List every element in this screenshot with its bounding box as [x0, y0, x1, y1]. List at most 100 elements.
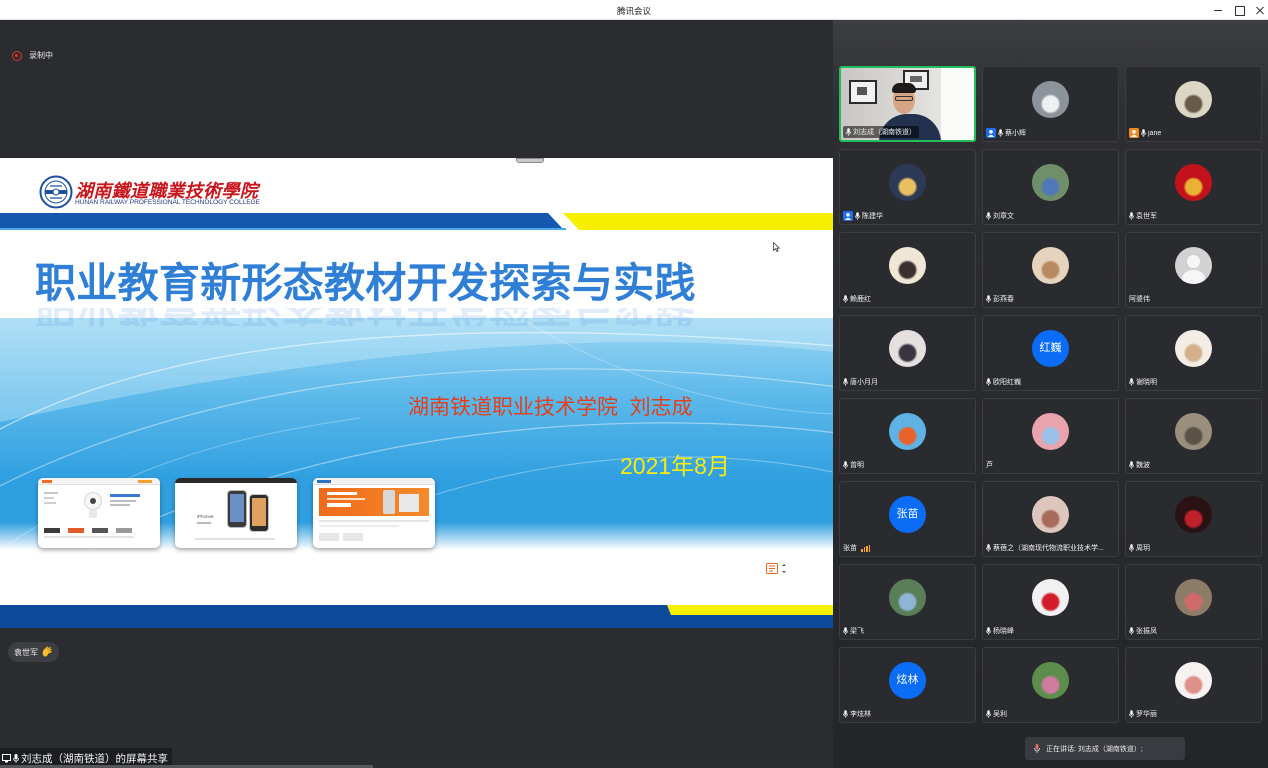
- participant-name-bar: 张振凤: [1129, 626, 1157, 636]
- mic-icon[interactable]: [843, 378, 848, 386]
- participant-tile[interactable]: 张苗 张苗: [839, 481, 976, 557]
- clap-icon: [42, 646, 52, 657]
- speaking-mic-icon: [1034, 744, 1040, 753]
- participant-tile[interactable]: 吴利: [982, 647, 1119, 723]
- participant-name-bar: 蔡蓓之（湖南现代物流职业技术学...: [986, 543, 1104, 553]
- participant-name-bar: 芦: [986, 460, 993, 470]
- phone-product-screenshot-icon: iPhone6: [175, 478, 297, 548]
- avatar-photo: [889, 247, 926, 284]
- mic-icon[interactable]: [843, 461, 848, 469]
- avatar-photo: [1032, 662, 1069, 699]
- minimize-icon[interactable]: [1212, 4, 1224, 16]
- participant-name-bar: 刘章文: [986, 211, 1014, 221]
- participant-tile[interactable]: 袁世军: [1125, 149, 1262, 225]
- window-title: 腾讯会议: [616, 6, 651, 16]
- participant-name-bar: 欧阳红巍: [986, 377, 1021, 387]
- participant-name: 蔡蓓之（湖南现代物流职业技术学...: [993, 545, 1104, 552]
- recording-icon: [12, 50, 22, 61]
- participant-tile[interactable]: 阿婆伟: [1125, 232, 1262, 308]
- avatar-photo: [1175, 81, 1212, 118]
- promo-banner-screenshot-icon: [313, 478, 435, 548]
- shared-slide: 湖南鐵道職業技術學院 HUNAN RAILWAY PROFESSIONAL TE…: [0, 158, 833, 628]
- participant-tile[interactable]: 梁飞: [839, 564, 976, 640]
- participant-tile[interactable]: 蔡小辉: [982, 66, 1119, 142]
- thumbnail-caption: iPhone6: [197, 514, 214, 519]
- participant-tile[interactable]: 周玥: [1125, 481, 1262, 557]
- share-toolbar-handle[interactable]: [516, 158, 544, 163]
- college-english-name: HUNAN RAILWAY PROFESSIONAL TECHNOLOGY CO…: [75, 199, 260, 206]
- mic-icon[interactable]: [1141, 129, 1146, 137]
- participant-tile[interactable]: 炫林 李炫林: [839, 647, 976, 723]
- mic-icon[interactable]: [1129, 461, 1134, 469]
- mic-icon[interactable]: [846, 128, 851, 136]
- recording-indicator[interactable]: 录制中: [12, 50, 53, 61]
- avatar-photo: [1175, 662, 1212, 699]
- mic-icon[interactable]: [986, 544, 991, 552]
- participant-name: 蔡小辉: [1005, 130, 1026, 137]
- footer-stripe: [0, 605, 833, 628]
- participant-tile[interactable]: 陈建华: [839, 149, 976, 225]
- mic-icon: [13, 753, 19, 763]
- mic-icon[interactable]: [986, 212, 991, 220]
- participant-tile[interactable]: 谢晓明: [1125, 315, 1262, 391]
- participant-name: 吴利: [993, 711, 1007, 718]
- reaction-badge: 袁世军: [8, 642, 59, 662]
- host-badge-icon: [843, 211, 853, 221]
- participant-tile[interactable]: 芦: [982, 398, 1119, 474]
- mic-icon[interactable]: [1129, 212, 1134, 220]
- participant-tile[interactable]: 刘章文: [982, 149, 1119, 225]
- participant-name: 杨晓峰: [993, 628, 1014, 635]
- speaking-indicator: 正在讲话: 刘志成（湖南铁道）;: [1025, 737, 1185, 760]
- participant-name-bar: 杨晓峰: [986, 626, 1014, 636]
- participant-name-bar: 蔡小辉: [986, 128, 1026, 138]
- slide-tool-icon[interactable]: [766, 563, 788, 574]
- participant-tile[interactable]: jane: [1125, 66, 1262, 142]
- meeting-window: 腾讯会议 录制中 湖南鐵道職業技術學院 HUNAN RAILWAY PROFES…: [0, 0, 1268, 768]
- participant-name-bar: 吴利: [986, 709, 1007, 719]
- avatar-photo: [1032, 81, 1069, 118]
- participant-tile[interactable]: 刘志成（湖南铁道）: [839, 66, 976, 142]
- close-icon[interactable]: [1254, 4, 1266, 16]
- avatar-photo: [889, 413, 926, 450]
- participant-name: 曾明: [850, 462, 864, 469]
- mic-icon[interactable]: [1129, 710, 1134, 718]
- participant-name-bar: jane: [1129, 128, 1161, 138]
- participant-name: 赖鹿红: [850, 296, 871, 303]
- mic-icon[interactable]: [986, 710, 991, 718]
- screen-share-area: 录制中 湖南鐵道職業技術學院 HUNAN RAILWAY PROFESSIONA…: [0, 20, 833, 768]
- maximize-icon[interactable]: [1233, 4, 1245, 16]
- volume-bars-icon: [861, 544, 870, 552]
- participant-name: 张苗: [843, 545, 857, 552]
- participant-name-bar: 袁世军: [1129, 211, 1157, 221]
- avatar-initials: 炫林: [889, 662, 926, 699]
- mic-icon[interactable]: [1129, 378, 1134, 386]
- mic-icon[interactable]: [843, 627, 848, 635]
- mic-icon[interactable]: [1129, 544, 1134, 552]
- participant-tile[interactable]: 赖鹿红: [839, 232, 976, 308]
- mic-icon[interactable]: [986, 627, 991, 635]
- avatar-initials: 红巍: [1032, 330, 1069, 367]
- mic-icon[interactable]: [1129, 627, 1134, 635]
- participant-tile[interactable]: 彭燕春: [982, 232, 1119, 308]
- mic-icon[interactable]: [986, 378, 991, 386]
- mic-icon[interactable]: [855, 212, 860, 220]
- mic-icon[interactable]: [843, 710, 848, 718]
- participant-tile[interactable]: 唐小月月: [839, 315, 976, 391]
- participant-tile[interactable]: 魏波: [1125, 398, 1262, 474]
- mic-icon[interactable]: [986, 295, 991, 303]
- participant-tile[interactable]: 杨晓峰: [982, 564, 1119, 640]
- avatar-photo: [889, 579, 926, 616]
- participant-tile[interactable]: 罗华丽: [1125, 647, 1262, 723]
- participant-name: 张振凤: [1136, 628, 1157, 635]
- participant-name: 魏波: [1136, 462, 1150, 469]
- mic-icon[interactable]: [998, 129, 1003, 137]
- participant-tile[interactable]: 蔡蓓之（湖南现代物流职业技术学...: [982, 481, 1119, 557]
- participant-tile[interactable]: 红巍欧阳红巍: [982, 315, 1119, 391]
- reaction-name: 袁世军: [14, 647, 38, 657]
- participant-name-bar: 彭燕春: [986, 294, 1014, 304]
- participant-tile[interactable]: 曾明: [839, 398, 976, 474]
- slide-title: 职业教育新形态教材开发探索与实践: [35, 260, 696, 306]
- participant-tile[interactable]: 张振凤: [1125, 564, 1262, 640]
- mic-icon[interactable]: [843, 295, 848, 303]
- participant-name-bar: 刘志成（湖南铁道）: [843, 126, 919, 138]
